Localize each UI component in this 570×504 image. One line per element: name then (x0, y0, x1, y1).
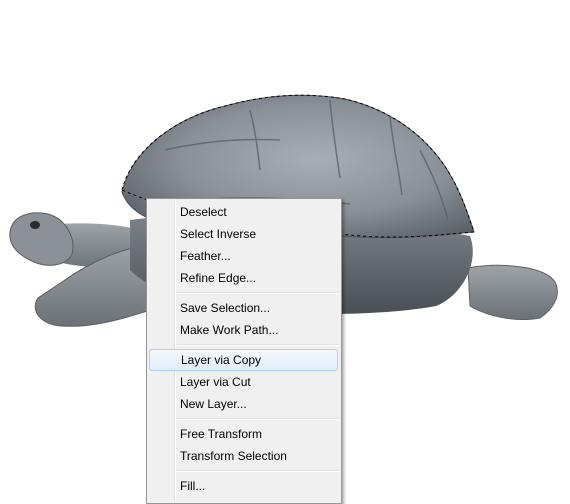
tortoise-head (9, 212, 74, 266)
menu-item-transform-selection[interactable]: Transform Selection (147, 445, 341, 467)
menu-separator (177, 344, 339, 346)
menu-item-layer-via-cut[interactable]: Layer via Cut (147, 371, 341, 393)
menu-item-save-selection[interactable]: Save Selection... (147, 297, 341, 319)
menu-item-new-layer[interactable]: New Layer... (147, 393, 341, 415)
menu-item-feather[interactable]: Feather... (147, 245, 341, 267)
menu-separator (177, 470, 339, 472)
menu-item-select-inverse[interactable]: Select Inverse (147, 223, 341, 245)
menu-item-refine-edge[interactable]: Refine Edge... (147, 267, 341, 289)
tortoise-eye (30, 221, 40, 229)
menu-separator (177, 292, 339, 294)
context-menu: Deselect Select Inverse Feather... Refin… (146, 198, 342, 504)
menu-item-make-work-path[interactable]: Make Work Path... (147, 319, 341, 341)
menu-item-fill[interactable]: Fill... (147, 475, 341, 497)
menu-item-layer-via-copy[interactable]: Layer via Copy (149, 349, 338, 371)
menu-item-deselect[interactable]: Deselect (147, 201, 341, 223)
tortoise-rear-leg (467, 264, 558, 320)
menu-item-free-transform[interactable]: Free Transform (147, 423, 341, 445)
menu-separator (177, 418, 339, 420)
